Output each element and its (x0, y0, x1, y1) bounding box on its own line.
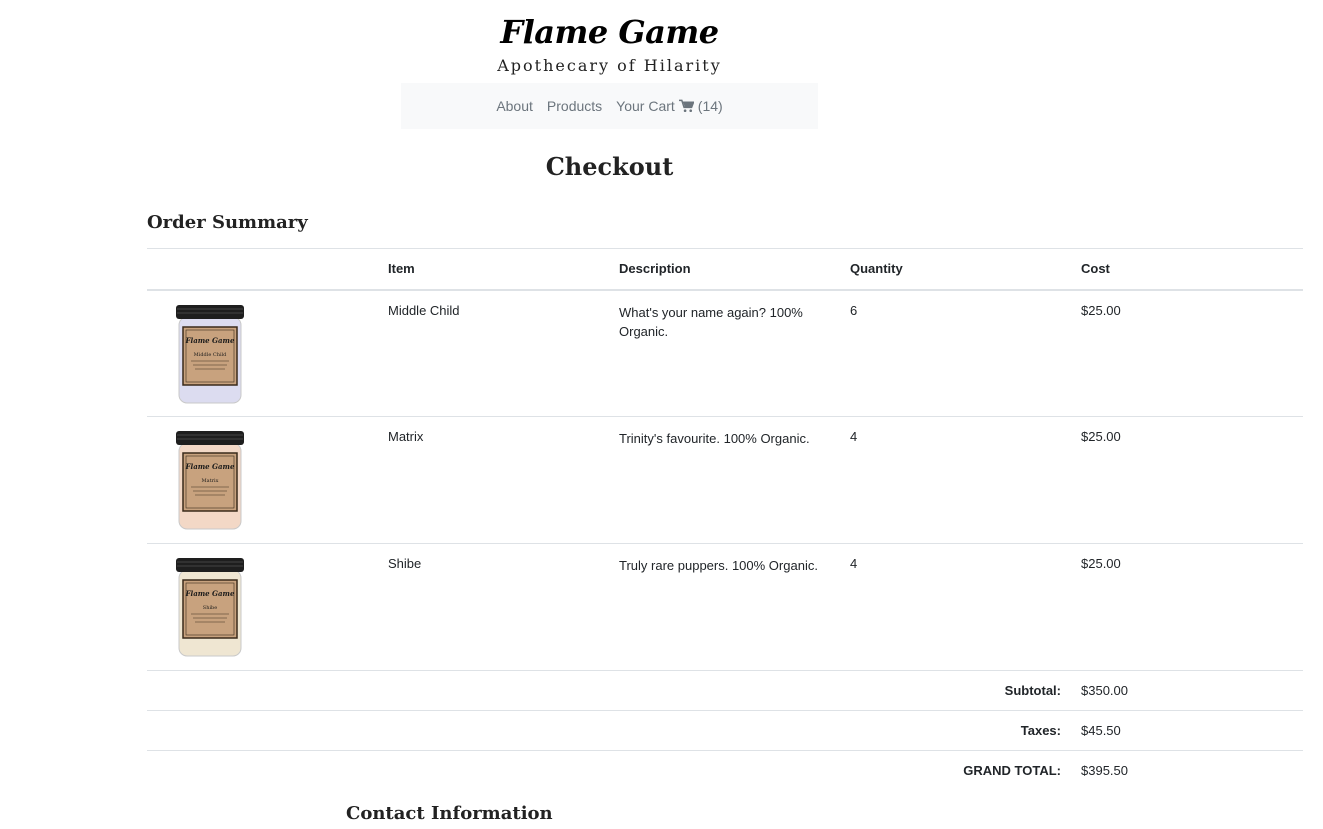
item-quantity: 4 (850, 416, 1081, 544)
item-name: Middle Child (388, 289, 619, 417)
svg-text:Flame Game: Flame Game (185, 589, 235, 598)
item-quantity: 4 (850, 543, 1081, 671)
grand-total-label: GRAND TOTAL: (147, 750, 1081, 791)
svg-text:Middle Child: Middle Child (194, 352, 228, 358)
subtotal-label: Subtotal: (147, 670, 1081, 711)
nav-products-link[interactable]: Products (547, 98, 602, 114)
svg-text:Flame Game: Flame Game (185, 462, 235, 471)
subtotal-value: $350.00 (1081, 670, 1303, 711)
table-row: Flame Game Middle Child Middle Child What… (147, 289, 1303, 417)
grand-total-value: $395.50 (1081, 750, 1303, 791)
brand-header: Flame Game Apothecary of Hilarity (0, 10, 1219, 75)
description-column-header: Description (619, 248, 850, 291)
item-description: Trinity's favourite. 100% Organic. (619, 416, 850, 544)
item-description: What's your name again? 100% Organic. (619, 289, 850, 417)
nav-cart-label: Your Cart (616, 98, 675, 114)
contact-information-title: Contact Information (346, 803, 553, 824)
item-description: Truly rare puppers. 100% Organic. (619, 543, 850, 671)
item-name: Matrix (388, 416, 619, 544)
candle-jar-image: Flame Game Middle Child (173, 303, 247, 406)
product-image-cell: Flame Game Middle Child (147, 289, 388, 417)
item-cost: $25.00 (1081, 416, 1303, 544)
svg-text:Shibe: Shibe (203, 605, 217, 611)
item-cost: $25.00 (1081, 289, 1303, 417)
candle-jar-image: Flame Game Matrix (173, 429, 247, 532)
order-summary-table: Item Description Quantity Cost Flame Gam… (147, 248, 1303, 791)
product-image-cell: Flame Game Shibe (147, 543, 388, 671)
table-header-row: Item Description Quantity Cost (147, 248, 1303, 291)
subtotal-row: Subtotal: $350.00 (147, 670, 1303, 711)
cost-column-header: Cost (1081, 248, 1303, 291)
candle-jar-image: Flame Game Shibe (173, 556, 247, 659)
taxes-label: Taxes: (147, 710, 1081, 751)
main-navbar: About Products Your Cart (14) (401, 83, 818, 129)
page-title: Checkout (545, 152, 674, 181)
image-column-header (147, 248, 388, 291)
order-summary-title: Order Summary (147, 212, 308, 233)
taxes-value: $45.50 (1081, 710, 1303, 751)
item-cost: $25.00 (1081, 543, 1303, 671)
brand-logo[interactable]: Flame Game (0, 10, 1219, 54)
taxes-row: Taxes: $45.50 (147, 710, 1303, 751)
brand-tagline: Apothecary of Hilarity (497, 56, 722, 75)
item-column-header: Item (388, 248, 619, 291)
svg-text:Matrix: Matrix (202, 478, 219, 484)
table-row: Flame Game Shibe Shibe Truly rare puppers… (147, 543, 1303, 671)
table-row: Flame Game Matrix Matrix Trinity's favour… (147, 416, 1303, 544)
product-image-cell: Flame Game Matrix (147, 416, 388, 544)
shopping-cart-icon (678, 99, 694, 113)
cart-count-badge: (14) (697, 98, 723, 114)
item-quantity: 6 (850, 289, 1081, 417)
svg-text:Flame Game: Flame Game (185, 336, 235, 345)
quantity-column-header: Quantity (850, 248, 1081, 291)
grand-total-row: GRAND TOTAL: $395.50 (147, 750, 1303, 791)
item-name: Shibe (388, 543, 619, 671)
nav-cart-link[interactable]: Your Cart (14) (616, 98, 723, 114)
nav-about-link[interactable]: About (496, 98, 533, 114)
